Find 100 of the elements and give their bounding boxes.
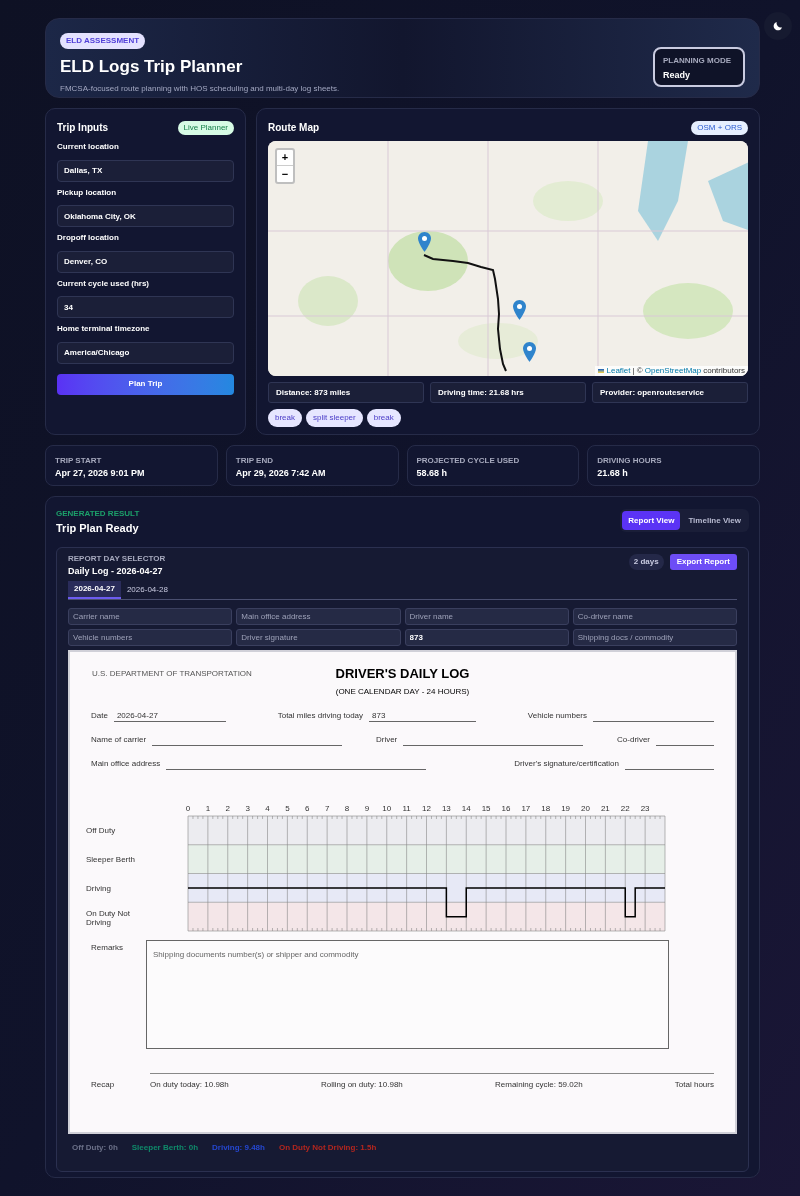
hour-label: 6 [305, 804, 310, 813]
badge: OSM + ORS [691, 120, 748, 135]
status-label: Off Duty [86, 826, 117, 836]
badge: 2 days [628, 553, 664, 570]
hour-label: 8 [344, 804, 350, 813]
remarks-field[interactable]: Shipping documents number(s) or shipper and commodity [146, 940, 669, 1049]
form-label: Date [91, 710, 108, 722]
input-field[interactable]: Dallas, TX [57, 159, 234, 182]
badge: ELD ASSESSMENT [60, 33, 146, 49]
hour-label: 17 [521, 804, 531, 813]
export-report-button[interactable]: Export Report [669, 553, 737, 570]
app-title: ELD Logs Trip Planner [60, 56, 243, 78]
input-field[interactable]: 34 [57, 296, 234, 318]
view-tab[interactable]: Timeline View [682, 511, 747, 530]
panel-title: Trip Inputs [57, 121, 109, 135]
theme-toggle-button[interactable] [764, 12, 792, 40]
legend-item: On Duty Not Driving: 1.5h [278, 1142, 377, 1154]
recap-label: Recap [91, 1079, 116, 1091]
hour-label: 11 [402, 804, 411, 813]
attribution-link[interactable]: Leaflet [606, 366, 631, 376]
input-field[interactable]: Co-driver name [572, 608, 737, 625]
summary-label: PROJECTED CYCLE USED [416, 456, 521, 465]
map-marker-icon[interactable] [418, 232, 431, 252]
legend-item: Off Duty: 0h [72, 1142, 118, 1154]
agency-label: U.S. DEPARTMENT OF TRANSPORTATION [92, 668, 252, 680]
hour-label: 22 [620, 804, 630, 813]
input-field[interactable]: Vehicle numbers [68, 629, 233, 646]
summary-value: 21.68 h [597, 467, 629, 480]
input-field[interactable]: Carrier name [68, 608, 233, 625]
form-label: Main office address [91, 758, 161, 770]
summary-label: DRIVING HOURS [597, 456, 663, 465]
input-field[interactable]: Denver, CO [57, 250, 234, 273]
recap-value: Total hours [674, 1079, 714, 1091]
tag: break [268, 409, 302, 427]
hour-label: 16 [501, 804, 511, 813]
form-label: Total miles driving today [277, 710, 364, 722]
hour-label: 7 [324, 804, 330, 813]
form-label: Driver [375, 734, 398, 746]
legend-item: Sleeper Berth: 0h [131, 1142, 199, 1154]
form-label: Driver's signature/certification [514, 758, 619, 770]
attribution-text: | © [632, 366, 643, 376]
eyebrow-label: GENERATED RESULT [56, 509, 140, 518]
remarks-label: Remarks [91, 942, 124, 954]
field-label: Dropoff location [57, 232, 120, 244]
input-field[interactable]: Driver name [404, 608, 569, 625]
stat-box: Provider: openrouteservice [592, 382, 748, 403]
hour-label: 20 [581, 804, 590, 813]
input-field[interactable]: Oklahoma City, OK [57, 205, 234, 227]
input-field[interactable]: Main office address [236, 608, 401, 625]
summary-label: TRIP END [235, 456, 274, 465]
field-label: Current cycle used (hrs) [57, 277, 151, 290]
status-label: Sleeper Berth [86, 855, 136, 865]
day-tab[interactable]: 2026-04-27 [68, 581, 121, 599]
report-title: Daily Log - 2026-04-27 [68, 564, 164, 578]
hour-label: 3 [245, 804, 250, 813]
day-tab[interactable]: 2026-04-28 [120, 581, 174, 599]
badge: Live Planner [177, 120, 234, 135]
stat-box: Distance: 873 miles [268, 382, 424, 403]
summary-label: TRIP START [55, 456, 103, 465]
zoom-out-button[interactable]: − [277, 166, 293, 182]
hour-label: 12 [422, 804, 431, 813]
fill-in-line: 2026-04-27 [113, 711, 226, 722]
mode-value: Ready [663, 69, 691, 82]
hour-label: 5 [285, 804, 290, 813]
hour-label: 0 [185, 804, 191, 813]
summary-value: Apr 27, 2026 9:01 PM [55, 467, 146, 480]
mode-label: PLANNING MODE [663, 55, 732, 67]
form-label: Co-driver [617, 734, 650, 746]
field-label: Pickup location [57, 186, 118, 199]
hour-label: 21 [600, 804, 610, 813]
map-marker-icon[interactable] [513, 300, 526, 320]
input-field[interactable]: Shipping docs / commodity [572, 629, 737, 646]
summary-value: 58.68 h [416, 467, 449, 480]
field-label: Current location [57, 141, 120, 153]
view-tab[interactable]: Report View [622, 511, 681, 530]
input-field[interactable]: 873 [404, 629, 569, 646]
hour-label: 14 [461, 804, 471, 813]
tag: split sleeper [306, 409, 363, 427]
hour-label: 1 [205, 804, 211, 813]
hour-label: 4 [265, 804, 270, 813]
attribution-text: contributors [703, 366, 745, 376]
legend-item: Driving: 9.48h [212, 1142, 265, 1154]
zoom-in-button[interactable]: + [277, 150, 293, 166]
plan-trip-button[interactable]: Plan Trip [57, 373, 234, 395]
input-field[interactable]: America/Chicago [57, 341, 234, 364]
flag-icon [598, 369, 605, 373]
form-label: Vehicle numbers [527, 710, 587, 722]
fill-in-line: 873 [369, 711, 477, 722]
input-field[interactable]: Driver signature [236, 629, 401, 646]
hour-label: 13 [441, 804, 451, 813]
hour-label: 2 [225, 804, 230, 813]
log-subtitle: (ONE CALENDAR DAY - 24 HOURS) [335, 685, 470, 698]
hour-label: 10 [382, 804, 392, 813]
attribution-link[interactable]: OpenStreetMap [644, 366, 702, 376]
moon-icon [772, 20, 784, 32]
map-marker-icon[interactable] [523, 342, 536, 362]
recap-value: Remaining cycle: 59.02h [495, 1079, 583, 1091]
log-title: DRIVER'S DAILY LOG [335, 665, 470, 683]
eyebrow-label: REPORT DAY SELECTOR [68, 553, 166, 563]
hour-label: 23 [640, 804, 650, 813]
